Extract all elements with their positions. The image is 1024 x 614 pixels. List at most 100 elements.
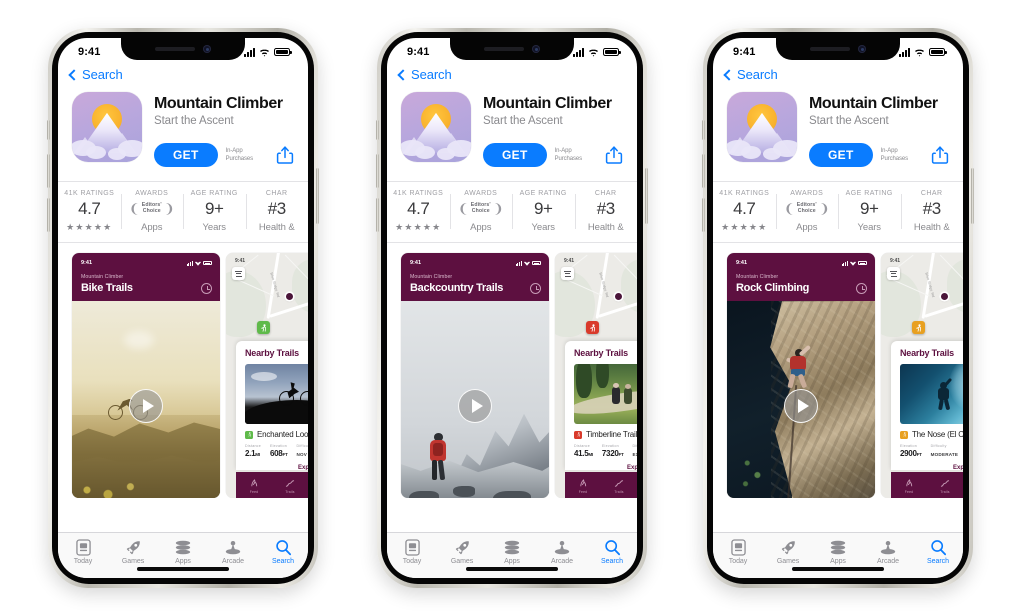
sidebar-item-today[interactable]: Today [713, 538, 763, 565]
power-button[interactable] [645, 168, 648, 224]
power-button[interactable] [971, 168, 974, 224]
sidebar-item-arcade[interactable]: Arcade [208, 538, 258, 565]
volume-up-button[interactable] [376, 154, 379, 188]
feed-icon [236, 478, 272, 488]
get-button[interactable]: GET [154, 143, 218, 168]
share-icon[interactable] [931, 145, 949, 165]
silent-switch[interactable] [376, 120, 379, 140]
volume-up-button[interactable] [702, 154, 705, 188]
play-button-icon[interactable] [129, 389, 163, 424]
sidebar-item-arcade[interactable]: Arcade [863, 538, 913, 565]
power-button[interactable] [316, 168, 319, 224]
trail-thumbnail[interactable] [574, 364, 637, 425]
expand-search-link[interactable]: Expand Sea [245, 465, 308, 470]
preview-tab-trails[interactable]: Trails [927, 479, 963, 494]
preview-tab-trails[interactable]: Trails [272, 479, 308, 494]
map-list-toggle-icon[interactable] [887, 267, 900, 281]
volume-down-button[interactable] [376, 198, 379, 232]
sidebar-item-arcade[interactable]: Arcade [537, 538, 587, 565]
map-trail-pin[interactable] [912, 321, 925, 335]
play-button-icon[interactable] [458, 389, 492, 424]
preview-gallery-1[interactable]: 9:41 Mountain Climber Bike Trails Blue R… [58, 243, 308, 499]
share-icon[interactable] [276, 145, 294, 165]
sidebar-item-search[interactable]: Search [258, 538, 308, 565]
sidebar-item-today[interactable]: Today [58, 538, 108, 565]
expand-search-link[interactable]: Expand Sea [900, 465, 963, 470]
get-button[interactable]: GET [809, 143, 873, 168]
silent-switch[interactable] [47, 120, 50, 140]
sidebar-item-games[interactable]: Games [437, 538, 487, 565]
sidebar-item-apps[interactable]: Apps [487, 538, 537, 565]
hero-video-thumbnail[interactable] [727, 301, 875, 499]
silent-switch[interactable] [702, 120, 705, 140]
map-list-toggle-icon[interactable] [561, 267, 574, 281]
map-trail-pin[interactable] [586, 321, 599, 335]
award-line-1: Editors' [470, 201, 491, 208]
preview-app-tabbar: Feed Trails Ne [236, 472, 308, 499]
sidebar-item-games[interactable]: Games [108, 538, 158, 565]
leg-shape [943, 398, 951, 411]
back-to-search-button[interactable]: Search [58, 64, 308, 86]
app-title: Mountain Climber [154, 95, 283, 112]
stat-label: AGE RATING [519, 190, 567, 198]
volume-down-button[interactable] [702, 198, 705, 232]
history-clock-icon[interactable] [201, 282, 212, 294]
hero-video-thumbnail[interactable] [72, 301, 220, 499]
preview-gallery-2[interactable]: 9:41 Mountain Climber Backcountry Trails [387, 243, 637, 499]
difficulty-value: NOV [296, 451, 308, 457]
expand-search-link[interactable]: Expand Sea [574, 465, 637, 470]
preview-tab-feed[interactable]: Feed [565, 478, 601, 494]
trail-stats: Elevation 2900FT Difficulty MODERATE [900, 444, 963, 458]
preview-screenshot-2-map[interactable]: Blue Ridge Rd 9:41 Nearby Trails [555, 253, 637, 499]
stat-label: Elevation [601, 444, 619, 449]
trail-name: The Nose (El Cap [912, 430, 963, 440]
back-to-search-button[interactable]: Search [387, 64, 637, 86]
home-indicator[interactable] [137, 567, 229, 571]
app-icon[interactable] [727, 92, 797, 162]
app-store-tabbar-2: Today Games Apps Arcade Search [387, 532, 637, 578]
in-app-purchases-note: In-App Purchases [226, 147, 254, 163]
stat-chart-rank: CHAR #3 Health & [900, 190, 964, 233]
sidebar-item-apps[interactable]: Apps [813, 538, 863, 565]
preview-screenshot-1[interactable]: 9:41 Mountain Climber Backcountry Trails [401, 253, 549, 499]
trail-thumbnail[interactable] [245, 364, 308, 425]
preview-tab-feed[interactable]: Feed [891, 478, 927, 494]
stat-label: Difficulty [296, 444, 308, 449]
laurel-right-icon: ❩ [163, 200, 175, 216]
play-button-icon[interactable] [784, 389, 818, 424]
trail-name-row: Timberline Trail [574, 430, 637, 439]
history-clock-icon[interactable] [530, 282, 541, 294]
volume-up-button[interactable] [47, 154, 50, 188]
map-trail-pin[interactable] [257, 321, 270, 335]
preview-tab-feed[interactable]: Feed [236, 478, 272, 494]
trail-thumbnail[interactable] [900, 364, 963, 425]
sidebar-item-search[interactable]: Search [587, 538, 637, 565]
preview-tab-trails[interactable]: Trails [601, 479, 637, 494]
sidebar-item-games[interactable]: Games [763, 538, 813, 565]
trail-name-row: The Nose (El Cap [900, 430, 963, 439]
map-list-toggle-icon[interactable] [232, 267, 245, 281]
app-icon[interactable] [401, 92, 471, 162]
volume-down-button[interactable] [47, 198, 50, 232]
preview-screenshot-1[interactable]: 9:41 Mountain Climber Rock Climbing [727, 253, 875, 499]
award-text: Editors' Choice [142, 202, 162, 215]
cloud-shape [741, 146, 761, 159]
sidebar-item-search[interactable]: Search [913, 538, 963, 565]
preview-screenshot-2-map[interactable]: Blue Ridge Rd 9:41 Nearby Trails [881, 253, 963, 499]
get-row: GET In-App Purchases [154, 143, 308, 168]
trail-stat-difficulty: Difficulty MODERATE [931, 444, 959, 458]
history-clock-icon[interactable] [856, 282, 867, 294]
app-icon[interactable] [72, 92, 142, 162]
hero-video-thumbnail[interactable] [401, 301, 549, 499]
sidebar-item-today[interactable]: Today [387, 538, 437, 565]
back-to-search-button[interactable]: Search [713, 64, 963, 86]
award-text: Editors' Choice [797, 202, 817, 215]
preview-gallery-3[interactable]: 9:41 Mountain Climber Rock Climbing Blue… [713, 243, 963, 499]
preview-screenshot-1[interactable]: 9:41 Mountain Climber Bike Trails [72, 253, 220, 499]
sidebar-item-apps[interactable]: Apps [158, 538, 208, 565]
share-icon[interactable] [605, 145, 623, 165]
home-indicator[interactable] [792, 567, 884, 571]
preview-screenshot-2-map[interactable]: Blue Ridge Rd 9:41 Nearby Trails [226, 253, 308, 499]
get-button[interactable]: GET [483, 143, 547, 168]
home-indicator[interactable] [466, 567, 558, 571]
